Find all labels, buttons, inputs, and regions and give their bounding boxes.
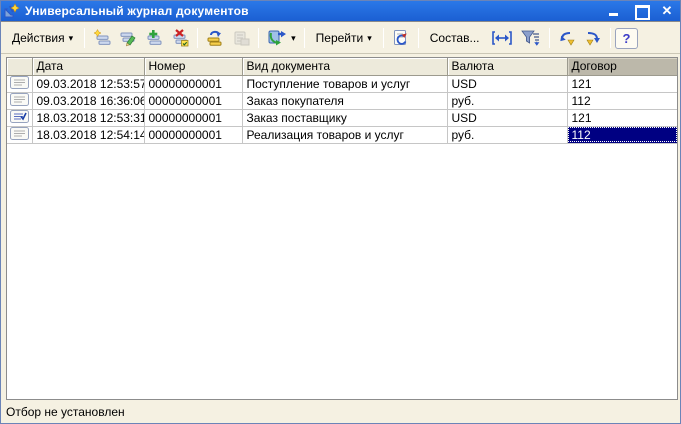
post-document-icon (206, 29, 224, 47)
chevron-down-icon: ▾ (367, 34, 372, 43)
document-journal-table: Дата Номер Вид документа Валюта Договор (6, 57, 678, 400)
post-document-button[interactable] (202, 26, 228, 50)
titlebar: Универсальный журнал документов ✕ (1, 1, 680, 22)
goto-menu-label: Перейти (316, 31, 364, 45)
column-width-button[interactable] (487, 26, 517, 50)
document-status-cell[interactable] (7, 109, 32, 126)
date-cell[interactable]: 09.03.2018 16:36:06 (32, 92, 144, 109)
toolbar-separator (418, 28, 419, 48)
chevron-down-icon: ▾ (69, 34, 74, 43)
column-header-number[interactable]: Номер (144, 58, 242, 75)
column-header-doc-type[interactable]: Вид документа (242, 58, 447, 75)
journal-window-icon (4, 3, 20, 19)
table-header-row: Дата Номер Вид документа Валюта Договор (7, 58, 678, 75)
previous-document-button[interactable] (554, 26, 580, 50)
new-document-icon (93, 29, 111, 47)
table-row[interactable]: 18.03.2018 12:54:14 00000000001 Реализац… (7, 126, 678, 143)
actions-menu-label: Действия (12, 31, 65, 45)
toolbar-separator (549, 28, 550, 48)
table-row[interactable]: 18.03.2018 12:53:31 00000000001 Заказ по… (7, 109, 678, 126)
currency-cell[interactable]: руб. (447, 126, 567, 143)
create-based-on-icon (267, 29, 287, 47)
status-bar: Отбор не установлен (1, 400, 680, 423)
refresh-button[interactable] (388, 26, 414, 50)
selected-contract-cell[interactable]: 112 (567, 126, 678, 143)
date-cell[interactable]: 18.03.2018 12:54:14 (32, 126, 144, 143)
document-icon (10, 76, 29, 89)
contract-cell[interactable]: 121 (567, 109, 678, 126)
doc-type-cell[interactable]: Заказ покупателя (242, 92, 447, 109)
toolbar-separator (258, 28, 259, 48)
date-cell[interactable]: 18.03.2018 12:53:31 (32, 109, 144, 126)
column-header-contract[interactable]: Договор (567, 58, 678, 75)
chevron-down-icon: ▾ (291, 34, 296, 43)
column-header-date[interactable]: Дата (32, 58, 144, 75)
actions-menu-button[interactable]: Действия ▾ (5, 26, 80, 50)
edit-document-button[interactable] (115, 26, 141, 50)
delete-mark-button[interactable] (167, 26, 193, 50)
delete-mark-icon (171, 29, 189, 47)
app-window: Универсальный журнал документов ✕ Действ… (0, 0, 681, 424)
compose-label: Состав... (430, 31, 480, 45)
currency-cell[interactable]: руб. (447, 92, 567, 109)
doc-type-cell[interactable]: Заказ поставщику (242, 109, 447, 126)
number-cell[interactable]: 00000000001 (144, 75, 242, 92)
help-button[interactable]: ? (615, 28, 639, 49)
filter-sort-button[interactable] (517, 26, 545, 50)
unpost-document-icon (232, 29, 250, 47)
previous-document-icon (558, 29, 576, 47)
help-icon: ? (623, 31, 631, 46)
doc-type-cell[interactable]: Реализация товаров и услуг (242, 126, 447, 143)
contract-cell[interactable]: 121 (567, 75, 678, 92)
currency-cell[interactable]: USD (447, 75, 567, 92)
toolbar-separator (197, 28, 198, 48)
close-icon[interactable]: ✕ (660, 4, 674, 18)
window-title: Универсальный журнал документов (25, 4, 608, 18)
document-status-cell[interactable] (7, 92, 32, 109)
table-row[interactable]: 09.03.2018 16:36:06 00000000001 Заказ по… (7, 92, 678, 109)
goto-menu-button[interactable]: Перейти ▾ (309, 26, 379, 50)
date-cell[interactable]: 09.03.2018 12:53:57 (32, 75, 144, 92)
edit-document-icon (119, 29, 137, 47)
copy-document-icon (145, 29, 163, 47)
next-document-icon (584, 29, 602, 47)
next-document-button[interactable] (580, 26, 606, 50)
filter-sort-icon (521, 29, 541, 47)
document-status-cell[interactable] (7, 75, 32, 92)
maximize-icon[interactable] (634, 4, 648, 18)
contract-cell[interactable]: 112 (567, 92, 678, 109)
document-posted-icon (10, 110, 29, 123)
unpost-document-button[interactable] (228, 26, 254, 50)
doc-type-cell[interactable]: Поступление товаров и услуг (242, 75, 447, 92)
column-header-icon[interactable] (7, 58, 32, 75)
create-based-on-button[interactable]: ▾ (263, 26, 300, 50)
compose-button[interactable]: Состав... (423, 26, 487, 50)
minimize-icon[interactable] (608, 4, 622, 18)
document-status-cell[interactable] (7, 126, 32, 143)
toolbar-separator (383, 28, 384, 48)
number-cell[interactable]: 00000000001 (144, 92, 242, 109)
toolbar-separator (304, 28, 305, 48)
toolbar-separator (610, 28, 611, 48)
document-icon (10, 93, 29, 106)
number-cell[interactable]: 00000000001 (144, 109, 242, 126)
column-width-icon (491, 30, 513, 46)
refresh-icon (392, 29, 410, 47)
add-document-button[interactable] (89, 26, 115, 50)
number-cell[interactable]: 00000000001 (144, 126, 242, 143)
copy-document-button[interactable] (141, 26, 167, 50)
column-header-currency[interactable]: Валюта (447, 58, 567, 75)
filter-status-text: Отбор не установлен (6, 405, 125, 419)
document-icon (10, 127, 29, 140)
toolbar: Действия ▾ (1, 23, 680, 54)
currency-cell[interactable]: USD (447, 109, 567, 126)
table-row[interactable]: 09.03.2018 12:53:57 00000000001 Поступле… (7, 75, 678, 92)
toolbar-separator (84, 28, 85, 48)
